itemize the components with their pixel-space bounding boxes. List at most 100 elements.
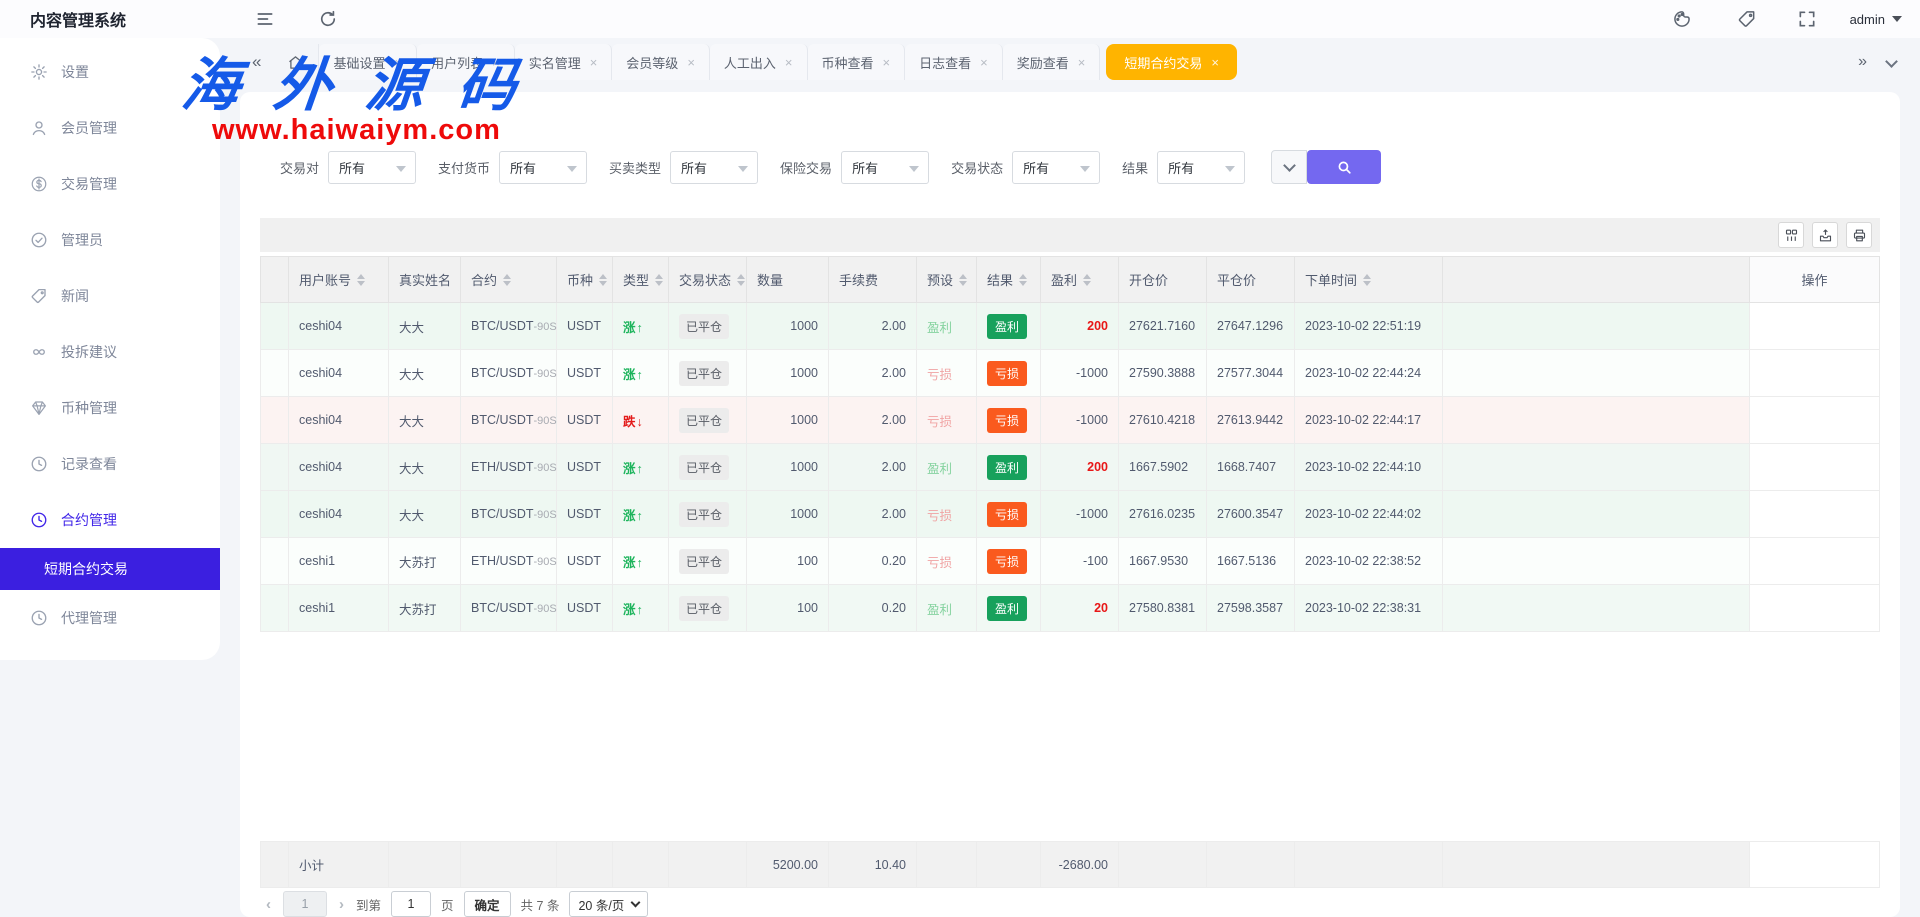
tab-close-icon[interactable]: × <box>1211 55 1219 70</box>
tab-0[interactable]: 基础设置× <box>319 44 417 80</box>
table-row[interactable]: ceshi1大苏打ETH/USDT-90SUSDT涨↑已平仓1000.20亏损亏… <box>261 538 1880 585</box>
tab-close-icon[interactable]: × <box>883 55 891 70</box>
sidebar-item-0[interactable]: 设置 <box>0 44 220 100</box>
sidebar-subitem-9[interactable]: 短期合约交易 <box>0 548 220 590</box>
cell-time: 2023-10-02 22:51:19 <box>1295 303 1443 350</box>
tab-6[interactable]: 日志查看× <box>905 44 1003 80</box>
filter-collapse-button[interactable] <box>1271 150 1307 184</box>
contract-pair: BTC/USDT <box>471 366 534 380</box>
table-row[interactable]: ceshi1大苏打BTC/USDT-90SUSDT涨↑已平仓1000.20盈利盈… <box>261 585 1880 632</box>
tabs-scroll-right-button[interactable]: » <box>1848 53 1877 71</box>
table-row[interactable]: ceshi04大大BTC/USDT-90SUSDT涨↑已平仓10002.00亏损… <box>261 350 1880 397</box>
tab-1[interactable]: 用户列表× <box>417 44 515 80</box>
tab-5[interactable]: 币种查看× <box>808 44 906 80</box>
tab-2[interactable]: 实名管理× <box>515 44 613 80</box>
cell-account: ceshi1 <box>289 585 389 632</box>
admin-dropdown[interactable]: admin <box>1850 0 1902 38</box>
sort-icon[interactable] <box>1083 274 1091 286</box>
col-header-coin[interactable]: 币种 <box>557 257 613 303</box>
tab-close-icon[interactable]: × <box>980 55 988 70</box>
cell-contract: BTC/USDT-90S <box>461 303 557 350</box>
col-header-type[interactable]: 类型 <box>613 257 669 303</box>
cell-amount: 1000 <box>747 303 829 350</box>
col-header-result[interactable]: 结果 <box>977 257 1041 303</box>
sort-icon[interactable] <box>1019 274 1027 286</box>
sidebar-item-8[interactable]: 合约管理 <box>0 492 220 548</box>
cell-close_price: 27647.1296 <box>1207 303 1295 350</box>
sidebar-item-5[interactable]: 投拆建议 <box>0 324 220 380</box>
print-button[interactable] <box>1846 222 1872 248</box>
sort-icon[interactable] <box>1363 274 1371 286</box>
page-size-select[interactable]: 20 条/页 <box>569 891 648 917</box>
filter-select-2[interactable]: 所有 <box>670 151 758 184</box>
tab-8[interactable]: 短期合约交易× <box>1106 44 1237 80</box>
filter-select-1[interactable]: 所有 <box>499 151 587 184</box>
tab-close-icon[interactable]: × <box>785 55 793 70</box>
current-page-button[interactable]: 1 <box>283 891 327 917</box>
prev-page-button[interactable]: ‹ <box>264 896 273 913</box>
next-page-button[interactable]: › <box>337 896 346 913</box>
col-header-preset[interactable]: 预设 <box>917 257 977 303</box>
tab-4[interactable]: 人工出入× <box>710 44 808 80</box>
columns-setting-button[interactable] <box>1778 222 1804 248</box>
col-header-label: 交易状态 <box>679 270 731 289</box>
tab-close-icon[interactable]: × <box>590 55 598 70</box>
filter-select-5[interactable]: 所有 <box>1157 151 1245 184</box>
filter-select-4[interactable]: 所有 <box>1012 151 1100 184</box>
sidebar-item-10[interactable]: 代理管理 <box>0 590 220 646</box>
cell-expand <box>261 444 289 491</box>
col-header-account[interactable]: 用户账号 <box>289 257 389 303</box>
tag-icon[interactable] <box>1737 9 1757 29</box>
table-row[interactable]: ceshi04大大BTC/USDT-90SUSDT涨↑已平仓10002.00盈利… <box>261 303 1880 350</box>
sidebar-item-7[interactable]: 记录查看 <box>0 436 220 492</box>
table-row[interactable]: ceshi04大大BTC/USDT-90SUSDT涨↑已平仓10002.00亏损… <box>261 491 1880 538</box>
sidebar-item-2[interactable]: 交易管理 <box>0 156 220 212</box>
sort-icon[interactable] <box>503 274 511 286</box>
tab-close-icon[interactable]: × <box>394 55 402 70</box>
tabs-menu-button[interactable] <box>1877 53 1906 71</box>
col-header-time[interactable]: 下单时间 <box>1295 257 1443 303</box>
fullscreen-icon[interactable] <box>1797 9 1817 29</box>
sidebar-item-4[interactable]: 新闻 <box>0 268 220 324</box>
col-header-contract[interactable]: 合约 <box>461 257 557 303</box>
col-header-label: 用户账号 <box>299 270 351 289</box>
refresh-icon[interactable] <box>318 9 338 29</box>
trades-table: 用户账号真实姓名合约币种类型交易状态数量手续费预设结果盈利开仓价平仓价下单时间操… <box>260 256 1880 632</box>
cell-type: 跌↓ <box>613 397 669 444</box>
sort-icon[interactable] <box>599 274 607 286</box>
tab-close-icon[interactable]: × <box>687 55 695 70</box>
tab-close-icon[interactable]: × <box>492 55 500 70</box>
home-tab[interactable] <box>273 44 319 80</box>
cell-profit: -1000 <box>1041 350 1119 397</box>
tabs-scroll-left-button[interactable]: « <box>240 52 273 72</box>
cell-account: ceshi04 <box>289 303 389 350</box>
theme-palette-icon[interactable] <box>1672 9 1692 29</box>
cell-realname: 大大 <box>389 491 461 538</box>
sort-icon[interactable] <box>655 274 663 286</box>
sort-icon[interactable] <box>357 274 365 286</box>
col-header-profit[interactable]: 盈利 <box>1041 257 1119 303</box>
goto-page-input[interactable]: 1 <box>391 891 431 917</box>
sort-icon[interactable] <box>959 274 967 286</box>
col-header-status[interactable]: 交易状态 <box>669 257 747 303</box>
sidebar-item-1[interactable]: 会员管理 <box>0 100 220 156</box>
table-row[interactable]: ceshi04大大BTC/USDT-90SUSDT跌↓已平仓10002.00亏损… <box>261 397 1880 444</box>
subtotal-cell-profit: -2680.00 <box>1041 842 1119 888</box>
filter-select-0[interactable]: 所有 <box>328 151 416 184</box>
tab-close-icon[interactable]: × <box>1078 55 1086 70</box>
search-button[interactable] <box>1307 150 1381 184</box>
tab-3[interactable]: 会员等级× <box>612 44 710 80</box>
sidebar-item-6[interactable]: 币种管理 <box>0 380 220 436</box>
menu-fold-icon[interactable] <box>255 9 275 29</box>
subtotal-cell-realname <box>389 842 461 888</box>
sidebar-item-label: 合约管理 <box>61 510 117 530</box>
sidebar-item-3[interactable]: 管理员 <box>0 212 220 268</box>
filter-select-3[interactable]: 所有 <box>841 151 929 184</box>
table-row[interactable]: ceshi04大大ETH/USDT-90SUSDT涨↑已平仓10002.00盈利… <box>261 444 1880 491</box>
tab-7[interactable]: 奖励查看× <box>1003 44 1101 80</box>
cell-filler <box>1443 350 1750 397</box>
filter-label: 保险交易 <box>780 158 832 177</box>
confirm-page-button[interactable]: 确定 <box>464 891 511 917</box>
export-button[interactable] <box>1812 222 1838 248</box>
sort-icon[interactable] <box>737 274 745 286</box>
